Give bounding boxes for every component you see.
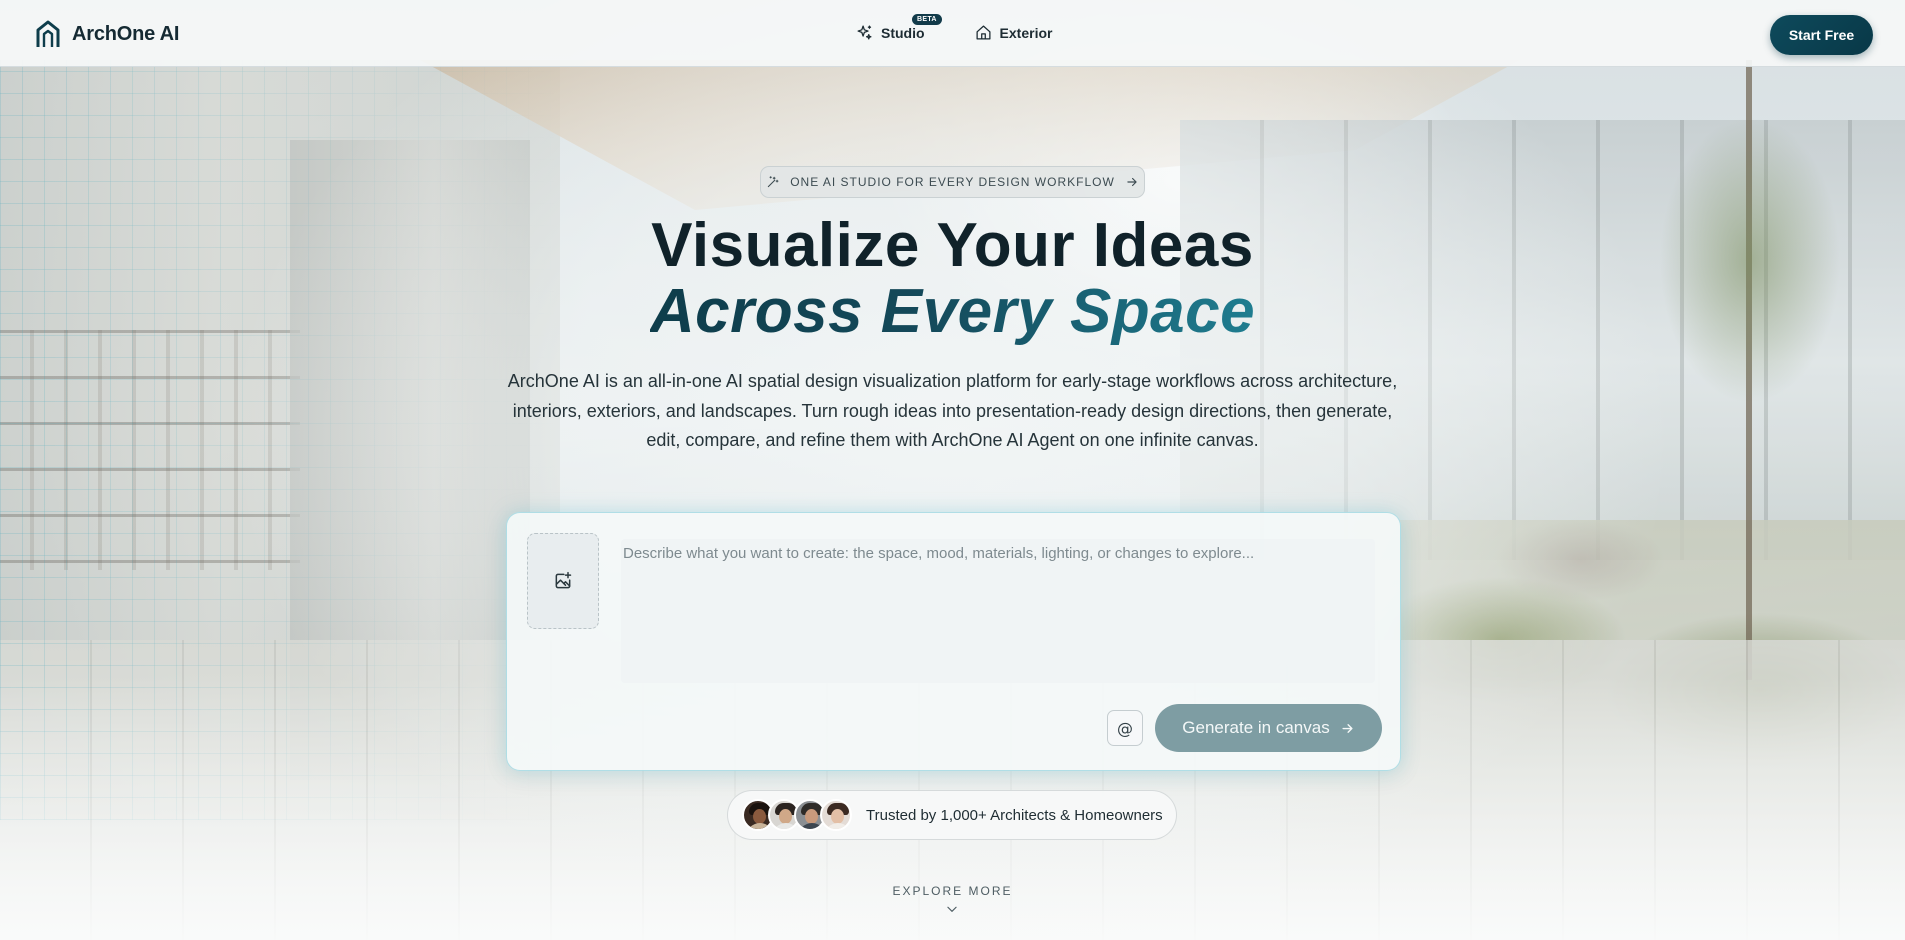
avatar	[820, 799, 852, 831]
magic-wand-icon	[767, 176, 779, 188]
generate-button-label: Generate in canvas	[1182, 718, 1330, 737]
sparkles-icon	[857, 25, 872, 40]
arrow-right-icon	[1342, 723, 1353, 733]
brand-name: ArchOne AI	[72, 22, 180, 45]
nav-link-label: Exterior	[999, 24, 1053, 41]
nav-link-studio[interactable]: Studio BETA	[856, 14, 942, 41]
prompt-composer: @ Generate in canvas	[506, 512, 1401, 771]
mention-button[interactable]: @	[1107, 710, 1143, 746]
archone-logo-icon	[36, 20, 60, 47]
pill-label: ONE AI STUDIO FOR EVERY DESIGN WORKFLOW	[790, 175, 1115, 189]
explore-more-link[interactable]: EXPLORE MORE	[0, 884, 1905, 898]
prompt-input[interactable]	[621, 539, 1375, 683]
hero-subtitle: ArchOne AI is an all-in-one AI spatial d…	[507, 371, 1398, 450]
start-free-button[interactable]: Start Free	[1770, 15, 1873, 55]
hero-section: ONE AI STUDIO FOR EVERY DESIGN WORKFLOW …	[0, 0, 1905, 940]
nav-links: Studio BETA Exterior	[856, 14, 1053, 41]
brand[interactable]: ArchOne AI	[36, 20, 179, 48]
generate-in-canvas-button[interactable]: Generate in canvas	[1155, 704, 1382, 752]
upload-image-button[interactable]	[527, 533, 599, 629]
hero-title-accent: Across Every Space	[0, 281, 1905, 343]
chevron-down-icon[interactable]	[945, 902, 959, 916]
trusted-badge: Trusted by 1,000+ Architects & Homeowner…	[727, 790, 1177, 840]
hero-title-accent-text: Across Every Space	[649, 277, 1256, 346]
hero-title: Visualize Your Ideas	[651, 211, 1254, 280]
avatar-group	[742, 799, 852, 831]
arrow-right-icon	[1127, 177, 1137, 187]
nav-link-exterior[interactable]: Exterior	[975, 24, 1053, 41]
workflow-pill-link[interactable]: ONE AI STUDIO FOR EVERY DESIGN WORKFLOW	[760, 166, 1145, 198]
nav-link-label: Studio	[881, 24, 925, 41]
top-nav: ArchOne AI Studio BETA Exterior Start Fr…	[0, 0, 1905, 67]
beta-badge: BETA	[912, 14, 942, 25]
trusted-text: Trusted by 1,000+ Architects & Homeowner…	[866, 806, 1163, 824]
image-add-icon	[555, 571, 572, 589]
home-icon	[976, 25, 991, 40]
